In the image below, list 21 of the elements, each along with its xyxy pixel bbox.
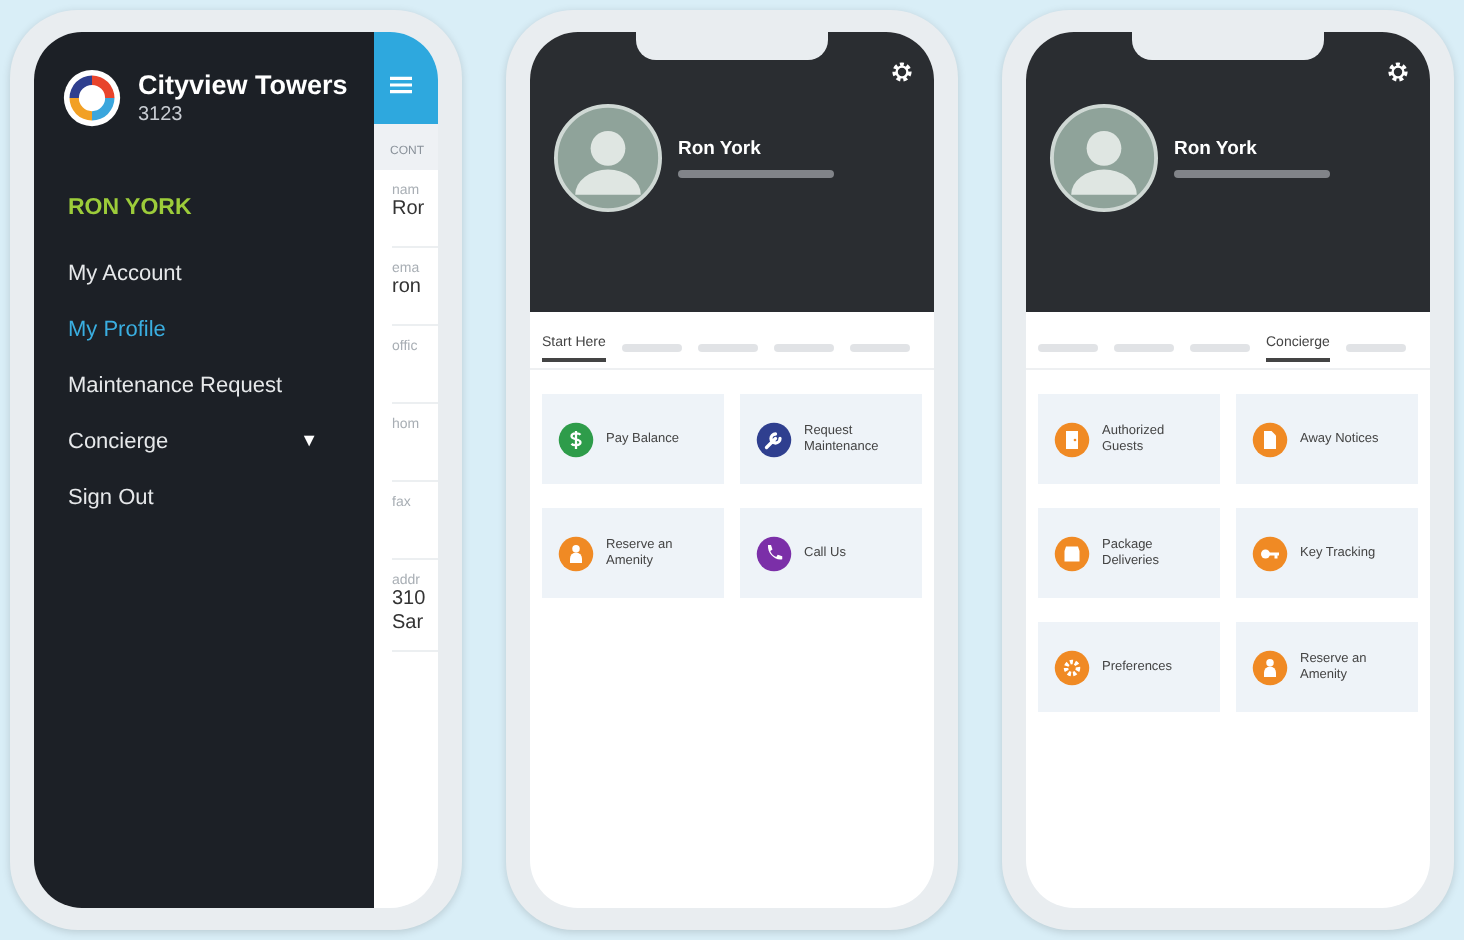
avatar-icon	[1050, 104, 1158, 212]
menu-item[interactable]: Sign Out	[62, 470, 342, 526]
app-name: Cityview Towers	[138, 70, 348, 100]
settings-icon[interactable]	[1386, 60, 1410, 84]
user-name: RON YORK	[68, 196, 194, 220]
menu-item[interactable]: Maintenance Request	[62, 358, 342, 414]
field-value: Ror	[392, 198, 427, 222]
field-value: Sar	[392, 612, 426, 636]
menu-icon[interactable]	[390, 76, 412, 94]
profile-name: Ron York	[678, 138, 763, 160]
settings-icon[interactable]	[890, 60, 914, 84]
profile-name: Ron York	[1174, 138, 1259, 160]
menu-item[interactable]: Concierge ▼	[62, 414, 342, 470]
unit-number: 3123	[138, 104, 185, 126]
field-value: 310	[392, 588, 428, 612]
avatar-icon	[554, 104, 662, 212]
menu-item[interactable]: My Account	[62, 246, 342, 302]
caret-icon: ▼	[300, 430, 318, 454]
field-value: ron	[392, 276, 423, 300]
logo-icon	[62, 68, 122, 128]
menu-item[interactable]: My Profile	[62, 302, 342, 358]
